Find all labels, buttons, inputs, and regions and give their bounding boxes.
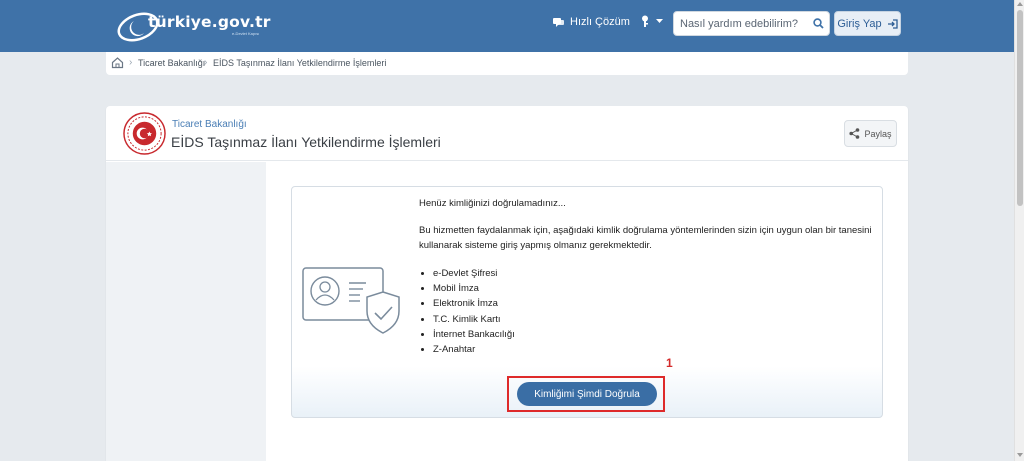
home-icon[interactable] — [111, 56, 124, 69]
search-input[interactable] — [680, 15, 808, 32]
auth-message: Bu hizmetten faydalanmak için, aşağıdaki… — [419, 225, 872, 251]
quick-solution-label: Hızlı Çözüm — [570, 16, 630, 28]
share-icon — [849, 128, 860, 139]
quick-solution-link[interactable]: Hızlı Çözüm — [553, 16, 630, 28]
annotation-number: 1 — [666, 356, 673, 370]
auth-method-item: Z-Anahtar — [420, 342, 515, 357]
auth-method-item: Mobil İmza — [420, 281, 515, 296]
ministry-seal-icon — [123, 112, 166, 155]
scroll-down-arrow-icon[interactable] — [1017, 453, 1023, 457]
sign-in-icon — [887, 18, 898, 29]
breadcrumb-item-current: EİDS Taşınmaz İlanı Yetkilendirme İşleml… — [213, 58, 387, 68]
share-label: Paylaş — [864, 128, 892, 139]
auth-methods-list: e-Devlet Şifresi Mobil İmza Elektronik İ… — [420, 266, 515, 357]
scrollbar-thumb[interactable] — [1017, 10, 1023, 206]
auth-method-item: İnternet Bankacılığı — [420, 327, 515, 342]
key-menu[interactable] — [640, 15, 663, 27]
auth-method-item: T.C. Kimlik Kartı — [420, 312, 515, 327]
id-card-shield-icon — [302, 267, 400, 334]
logo-subtitle: e-Devlet Kapısı — [232, 31, 260, 36]
breadcrumb-separator: › — [204, 57, 208, 68]
top-navbar: türkiye.gov.tr e-Devlet Kapısı Hızlı Çöz… — [0, 0, 1014, 52]
search-icon[interactable] — [813, 18, 824, 29]
key-icon — [642, 15, 648, 27]
search-box — [673, 11, 830, 36]
breadcrumb: › Ticaret Bakanlığı › EİDS Taşınmaz İlan… — [106, 52, 908, 75]
page-title: EİDS Taşınmaz İlanı Yetkilendirme İşleml… — [171, 134, 441, 150]
breadcrumb-item-ministry[interactable]: Ticaret Bakanlığı — [138, 58, 205, 68]
auth-title: Henüz kimliğinizi doğrulamadınız... — [419, 198, 566, 209]
breadcrumb-separator: › — [129, 57, 133, 68]
login-label: Giriş Yap — [837, 17, 882, 30]
auth-method-item: e-Devlet Şifresi — [420, 266, 515, 281]
service-header: Ticaret Bakanlığı EİDS Taşınmaz İlanı Ye… — [106, 106, 908, 161]
ministry-name[interactable]: Ticaret Bakanlığı — [172, 119, 247, 130]
logo-text[interactable]: türkiye.gov.tr — [148, 13, 271, 31]
verify-identity-button[interactable]: Kimliğimi Şimdi Doğrula — [517, 382, 657, 406]
scroll-up-arrow-icon[interactable] — [1017, 2, 1023, 6]
vertical-scrollbar[interactable] — [1014, 0, 1024, 461]
auth-method-item: Elektronik İmza — [420, 296, 515, 311]
login-button[interactable]: Giriş Yap — [834, 11, 901, 36]
chevron-down-icon — [656, 18, 663, 23]
share-button[interactable]: Paylaş — [844, 120, 897, 147]
left-column — [106, 162, 266, 461]
chat-icon — [553, 17, 564, 27]
